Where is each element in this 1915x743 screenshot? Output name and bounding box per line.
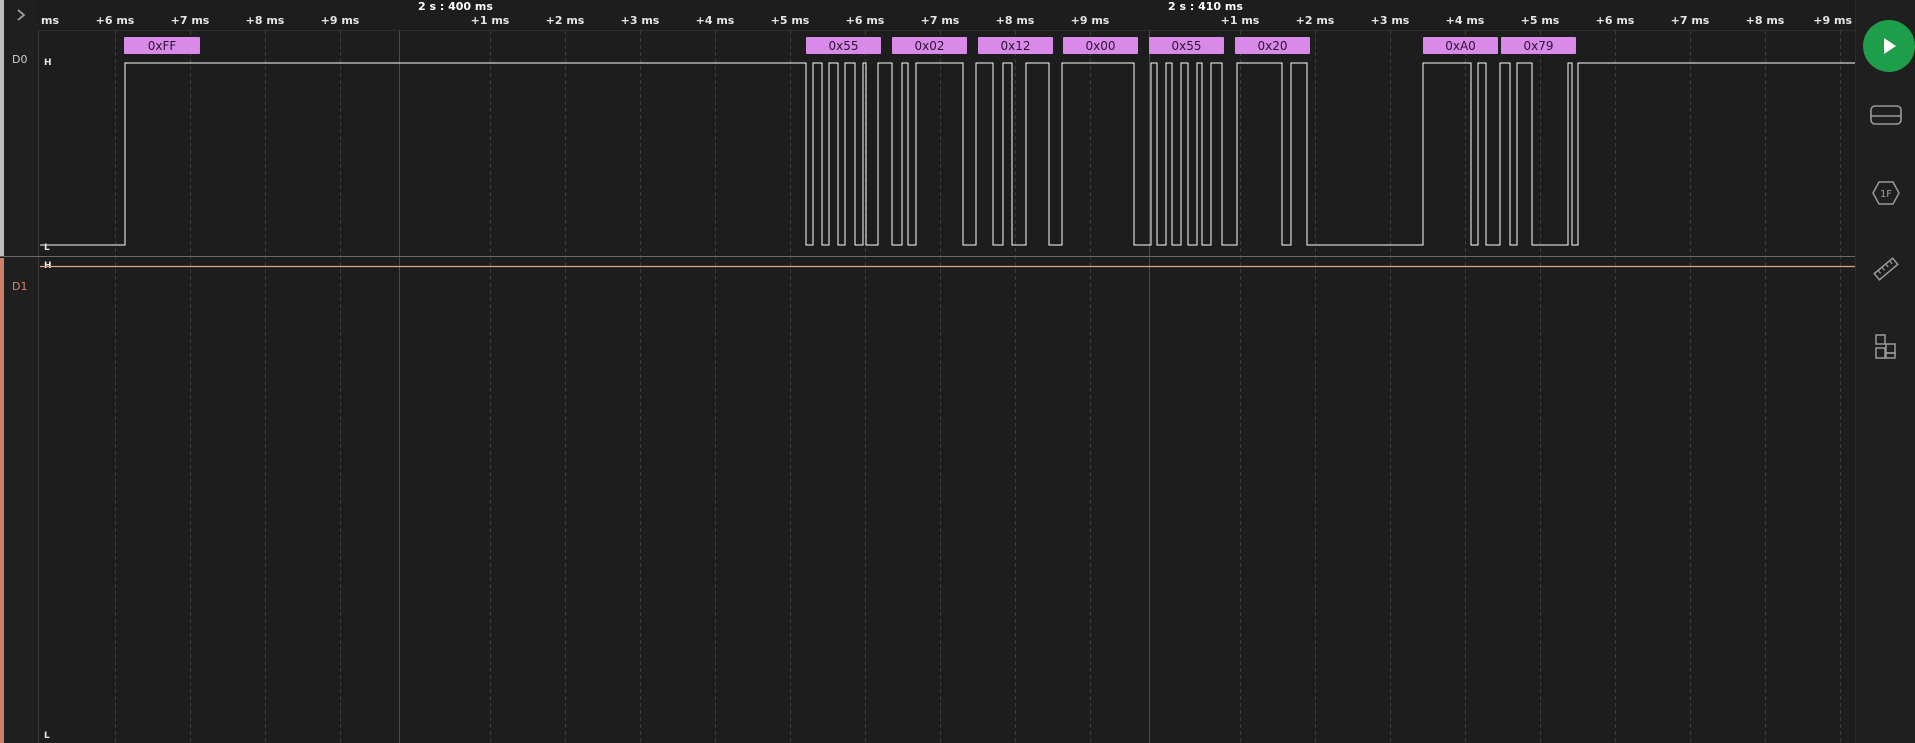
timeline-major-label: 2 s : 410 ms <box>1168 0 1243 13</box>
timeline-tick-label: +3 ms <box>1371 14 1410 27</box>
hex-1f-icon: 1F <box>1872 181 1900 205</box>
decoder-frame-value: 0x55 <box>1171 39 1201 53</box>
chevron-right-icon <box>17 9 26 21</box>
timeline-tick-label: +4 ms <box>1446 14 1485 27</box>
timeline-tick-label: +9 ms <box>1071 14 1110 27</box>
ruler-icon <box>1873 257 1899 281</box>
decoder-frame-value: 0x02 <box>914 39 944 53</box>
decoder-frame-value: 0x00 <box>1085 39 1115 53</box>
timeline-tick-label: +1 ms <box>1221 14 1260 27</box>
timeline-tick-label: +3 ms <box>621 14 660 27</box>
timeline-tick-label: +2 ms <box>546 14 585 27</box>
timeline-tick-label: ms <box>41 14 59 27</box>
timeline-tick-label: +8 ms <box>1746 14 1785 27</box>
decoder-frame[interactable]: 0x55 <box>1149 37 1224 54</box>
channel-d0-name[interactable]: D0 <box>12 53 27 66</box>
decoder-frame-value: 0x12 <box>1000 39 1030 53</box>
timeline-tick-label: +1 ms <box>471 14 510 27</box>
timeline-tick-label: +9 ms <box>321 14 360 27</box>
decoder-frame[interactable]: 0x55 <box>806 37 881 54</box>
timeline-tick-label: +7 ms <box>921 14 960 27</box>
timeline-tick-label: +7 ms <box>1671 14 1710 27</box>
timeline-tick-label: +6 ms <box>1596 14 1635 27</box>
expand-sidebar-button[interactable] <box>8 3 34 27</box>
decoder-frame-value: 0xA0 <box>1445 39 1476 53</box>
timeline-tick-label: +6 ms <box>846 14 885 27</box>
timeline-tick-label: +8 ms <box>996 14 1035 27</box>
devices-button[interactable] <box>1863 92 1909 138</box>
decoder-frame-value: 0x79 <box>1523 39 1553 53</box>
extensions-button[interactable] <box>1863 323 1909 369</box>
timeline-tick-label: +7 ms <box>171 14 210 27</box>
device-icon <box>1870 105 1902 125</box>
timeline-tick-label: +6 ms <box>96 14 135 27</box>
play-icon <box>1884 38 1896 54</box>
measure-button[interactable] <box>1863 246 1909 292</box>
timeline-tick-label: +9 ms <box>1813 14 1852 27</box>
decoder-frame[interactable]: 0x02 <box>892 37 967 54</box>
timeline-tick-label: +8 ms <box>246 14 285 27</box>
analyzers-button[interactable]: 1F <box>1863 170 1909 216</box>
timeline-tick-label: +5 ms <box>771 14 810 27</box>
play-button[interactable] <box>1863 20 1915 72</box>
decoder-frame[interactable]: 0xFF <box>124 37 200 54</box>
decoder-frame[interactable]: 0x79 <box>1501 37 1576 54</box>
decoder-frame[interactable]: 0x00 <box>1063 37 1138 54</box>
channel-d1-color-strip <box>0 258 4 743</box>
decoder-frames: 0xFF 0x55 0x02 0x12 0x00 0x55 0x20 0xA0 0x79 <box>124 37 1576 54</box>
right-toolbar: 1F <box>1855 0 1915 743</box>
channel-d0-color-strip <box>0 0 4 256</box>
timeline-tick-label: +5 ms <box>1521 14 1560 27</box>
decoder-frame[interactable]: 0x20 <box>1235 37 1310 54</box>
decoder-frame[interactable]: 0xA0 <box>1423 37 1498 54</box>
decoder-frame-value: 0x20 <box>1257 39 1287 53</box>
timeline-tick-label: +2 ms <box>1296 14 1335 27</box>
waveform-area[interactable]: ms +6 ms +7 ms +8 ms +9 ms +1 ms +2 ms +3 ms +4 … <box>0 0 1855 743</box>
extensions-icon <box>1875 334 1896 359</box>
analyzers-icon-text: 1F <box>1880 189 1892 200</box>
logic-analyzer-app: ms +6 ms +7 ms +8 ms +9 ms +1 ms +2 ms +3 ms +4 … <box>0 0 1915 743</box>
channel-sidebar <box>4 0 38 743</box>
decoder-frame-value: 0x55 <box>828 39 858 53</box>
decoder-frame[interactable]: 0x12 <box>978 37 1053 54</box>
d1-low-label: L <box>44 731 50 741</box>
decoder-frame-value: 0xFF <box>148 39 177 53</box>
channel-d0-signal <box>40 62 1855 246</box>
channel-d1-name[interactable]: D1 <box>12 280 27 293</box>
d0-high-label: H <box>44 58 52 68</box>
grid-lines <box>115 31 1841 743</box>
timeline-tick-label: +4 ms <box>696 14 735 27</box>
timeline-major-label: 2 s : 400 ms <box>418 0 493 13</box>
